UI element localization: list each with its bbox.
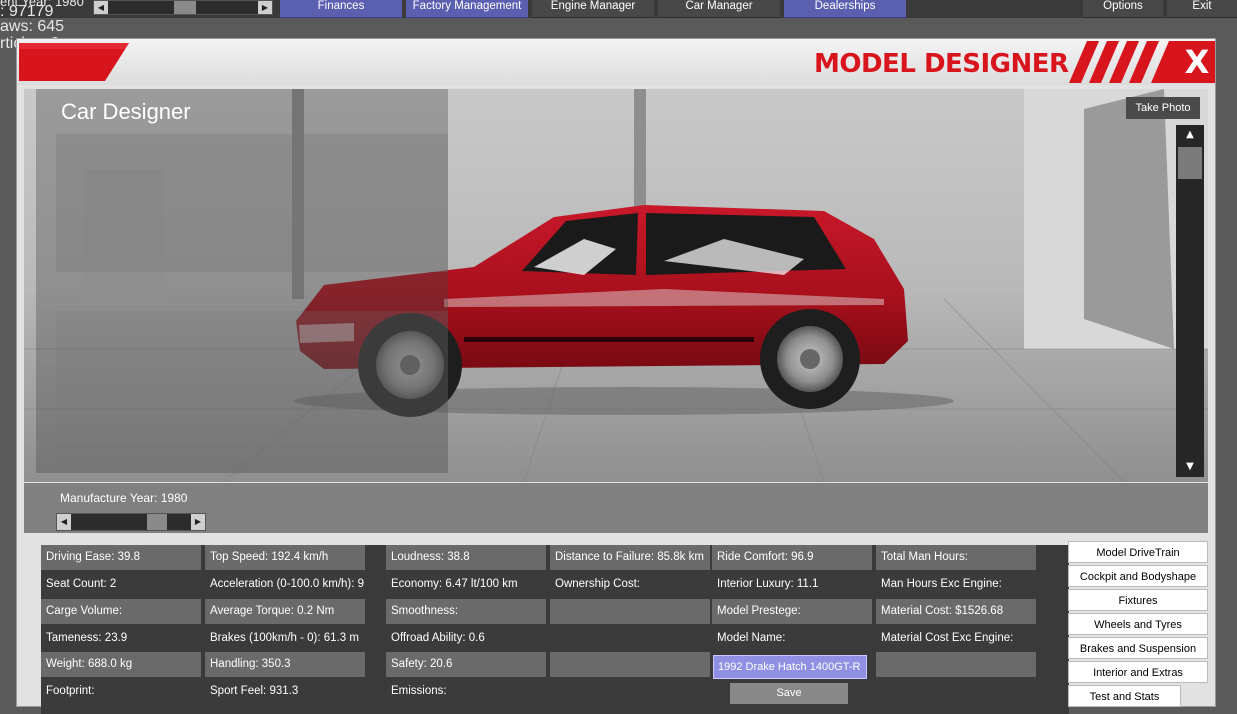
stat-loudness: Loudness: 38.8	[386, 545, 546, 570]
stat-seat-count: Seat Count: 2	[41, 572, 201, 597]
nav-car-manager-button[interactable]: Car Manager	[658, 0, 780, 18]
car-viewport[interactable]: Car Designer Take Photo ▲ ▼	[24, 89, 1208, 482]
manufacture-year-strip: Manufacture Year: 1980 ◀ ▶	[24, 483, 1208, 533]
model-name-label: Model Name:	[712, 626, 872, 651]
scroll-down-icon[interactable]: ▼	[1176, 459, 1204, 475]
fixtures-button[interactable]: Fixtures	[1068, 589, 1208, 611]
stat-acceleration: Acceleration (0-100.0 km/h): 9.00	[205, 572, 365, 597]
stat-distance-to-failure: Distance to Failure: 85.8k km	[550, 545, 710, 570]
stat-handling: Handling: 350.3	[205, 652, 365, 677]
nav-factory-management-button[interactable]: Factory Management	[406, 0, 528, 18]
stat-emissions: Emissions:	[386, 679, 546, 704]
stat-cargo-volume: Carge Volume:	[41, 599, 201, 624]
model-drivetrain-button[interactable]: Model DriveTrain	[1068, 541, 1208, 563]
time-slider[interactable]: ◀ ▶	[93, 0, 273, 15]
stat-empty	[550, 599, 710, 624]
stat-driving-ease: Driving Ease: 39.8	[41, 545, 201, 570]
vertical-scrollbar[interactable]: ▲ ▼	[1176, 125, 1204, 477]
stat-footprint: Footprint:	[41, 679, 201, 704]
stat-top-speed: Top Speed: 192.4 km/h	[205, 545, 365, 570]
window-title: MODEL DESIGNER	[814, 49, 1069, 79]
stat-man-hours-exc-engine: Man Hours Exc Engine:	[876, 572, 1036, 597]
stat-total-man-hours: Total Man Hours:	[876, 545, 1036, 570]
options-button[interactable]: Options	[1083, 0, 1163, 18]
debug-draws: aws: 645	[0, 18, 65, 35]
slider-thumb[interactable]	[174, 1, 196, 14]
stat-tameness: Tameness: 23.9	[41, 626, 201, 651]
take-photo-button[interactable]: Take Photo	[1126, 97, 1200, 119]
stat-empty	[550, 679, 710, 704]
stat-brakes: Brakes (100km/h - 0): 61.3 m	[205, 626, 365, 651]
stat-empty	[550, 626, 710, 651]
model-name-input[interactable]: 1992 Drake Hatch 1400GT-R	[713, 655, 867, 679]
designer-panel-block-2	[56, 311, 448, 471]
stat-interior-luxury: Interior Luxury: 11.1	[712, 572, 872, 597]
stat-empty	[876, 652, 1036, 677]
stat-ride-comfort: Ride Comfort: 96.9	[712, 545, 872, 570]
year-left-arrow-icon[interactable]: ◀	[57, 514, 71, 530]
stat-weight: Weight: 688.0 kg	[41, 652, 201, 677]
brakes-suspension-button[interactable]: Brakes and Suspension	[1068, 637, 1208, 659]
stat-offroad-ability: Offroad Ability: 0.6	[386, 626, 546, 651]
stat-safety: Safety: 20.6	[386, 652, 546, 677]
manufacture-year-slider[interactable]: ◀ ▶	[56, 513, 206, 531]
interior-extras-button[interactable]: Interior and Extras	[1068, 661, 1208, 683]
scroll-thumb[interactable]	[1178, 147, 1202, 179]
close-icon[interactable]: X	[1179, 41, 1215, 83]
manufacture-year-label: Manufacture Year: 1980	[60, 491, 188, 505]
slider-left-arrow-icon[interactable]: ◀	[94, 1, 108, 14]
wheels-tyres-button[interactable]: Wheels and Tyres	[1068, 613, 1208, 635]
window-header: MODEL DESIGNER X	[17, 39, 1215, 85]
panel-title: Car Designer	[61, 99, 191, 124]
header-red-accent	[19, 43, 129, 81]
slider-right-arrow-icon[interactable]: ▶	[258, 1, 272, 14]
year-slider-thumb[interactable]	[147, 514, 167, 530]
stat-material-cost: Material Cost: $1526.68	[876, 599, 1036, 624]
stat-sport-feel: Sport Feel: 931.3	[205, 679, 365, 704]
stat-empty	[550, 652, 710, 677]
stat-economy: Economy: 6.47 lt/100 km	[386, 572, 546, 597]
stat-average-torque: Average Torque: 0.2 Nm	[205, 599, 365, 624]
scroll-up-icon[interactable]: ▲	[1176, 127, 1204, 143]
cockpit-bodyshape-button[interactable]: Cockpit and Bodyshape	[1068, 565, 1208, 587]
stat-model-prestige: Model Prestege:	[712, 599, 872, 624]
nav-dealerships-button[interactable]: Dealerships	[784, 0, 906, 18]
exit-button[interactable]: Exit	[1167, 0, 1237, 18]
designer-panel-block	[56, 134, 448, 272]
year-right-arrow-icon[interactable]: ▶	[191, 514, 205, 530]
stats-panel: Driving Ease: 39.8 Seat Count: 2 Carge V…	[41, 545, 1069, 714]
test-stats-button[interactable]: Test and Stats	[1068, 685, 1181, 707]
nav-engine-manager-button[interactable]: Engine Manager	[532, 0, 654, 18]
stat-ownership-cost: Ownership Cost:	[550, 572, 710, 597]
save-button[interactable]: Save	[730, 683, 848, 704]
stat-empty	[876, 679, 1036, 704]
stat-smoothness: Smoothness:	[386, 599, 546, 624]
nav-finances-button[interactable]: Finances	[280, 0, 402, 18]
stat-material-cost-exc-engine: Material Cost Exc Engine:	[876, 626, 1036, 651]
